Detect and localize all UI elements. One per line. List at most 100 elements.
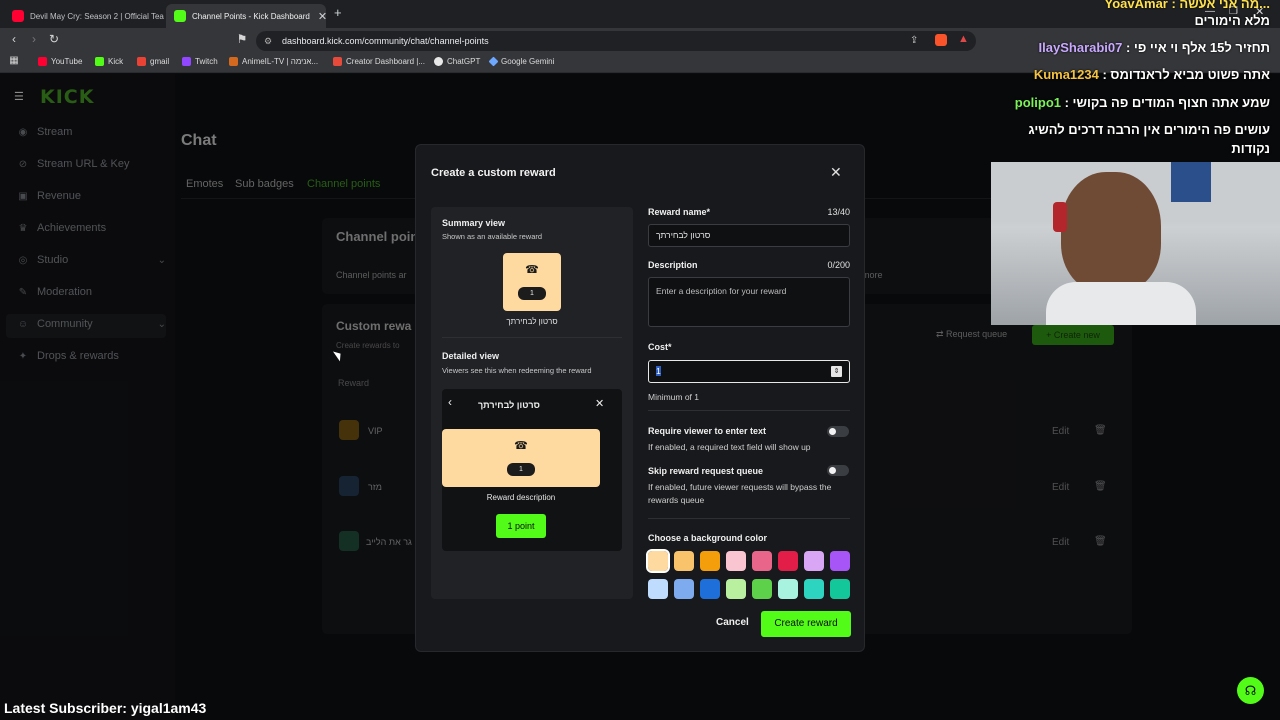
chat-text: שמע אתה חצוף המודים פה בקושי :	[1061, 95, 1270, 110]
rewards-icon[interactable]: ▲	[958, 33, 969, 45]
telephone-icon: ☎	[514, 440, 528, 452]
telephone-icon: ☎	[525, 264, 539, 276]
color-swatch[interactable]	[830, 579, 850, 599]
close-icon[interactable]: ✕	[830, 164, 842, 181]
stepper-icon[interactable]: ⇕	[831, 366, 842, 377]
reward-name-input[interactable]: סרטון לבחירתך	[648, 224, 850, 247]
form-divider	[648, 410, 850, 411]
color-swatch[interactable]	[674, 579, 694, 599]
bookmark-creator-dashboard[interactable]: Creator Dashboard |...	[333, 57, 425, 66]
color-swatch[interactable]	[648, 579, 668, 599]
chat-text: ...מה אני אעשה : YoavAmar	[1104, 0, 1270, 11]
tab-title: Channel Points - Kick Dashboard	[192, 11, 310, 21]
headset-icon	[1053, 202, 1067, 232]
detailed-view-title: Detailed view	[442, 351, 500, 361]
chatgpt-icon	[434, 57, 443, 66]
youtube-icon	[12, 10, 24, 22]
skip-queue-hint: If enabled, future viewer requests will …	[648, 482, 832, 505]
reward-name-value: סרטון לבחירתך	[656, 230, 711, 240]
description-textarea[interactable]: Enter a description for your reward	[648, 277, 850, 327]
color-swatch[interactable]	[726, 579, 746, 599]
chat-message: עושים פה הימורים אין הרבה דרכים להשיג	[1028, 122, 1270, 137]
cost-hint: Minimum of 1	[648, 392, 700, 402]
bookmark-label: Kick	[108, 57, 124, 66]
create-reward-modal: Create a custom reward ✕ Summary view Sh…	[415, 144, 865, 652]
bookmark-gmail[interactable]: gmail	[137, 57, 169, 66]
browser-tab-strip: Devil May Cry: Season 2 | Official Tea C…	[0, 0, 1280, 28]
require-text-hint: If enabled, a required text field will s…	[648, 442, 811, 452]
bookmark-gemini[interactable]: Google Gemini	[488, 56, 555, 67]
cost-input[interactable]: 1 ⇕	[648, 360, 850, 383]
cost-value: 1	[656, 366, 661, 376]
forward-icon[interactable]: ›	[26, 32, 42, 46]
chat-message: ...מה אני אעשה : YoavAmar	[1105, 0, 1270, 11]
bookmark-label: gmail	[150, 57, 170, 66]
color-swatch[interactable]	[804, 579, 824, 599]
bookmark-label: Twitch	[195, 57, 218, 66]
require-text-toggle[interactable]	[827, 426, 849, 437]
cost-badge: 1	[518, 287, 546, 300]
browser-tab-youtube[interactable]: Devil May Cry: Season 2 | Official Tea	[4, 4, 164, 28]
address-bar[interactable]: ⚙ dashboard.kick.com/community/chat/chan…	[256, 31, 976, 51]
close-icon: ✕	[595, 398, 605, 410]
browser-tab-kick[interactable]: Channel Points - Kick Dashboard ✕	[166, 4, 326, 28]
preview-divider	[442, 337, 622, 338]
person-shirt	[1046, 282, 1196, 325]
detailed-reward-card: ‹ סרטון לבחירתך ✕ ☎ 1 Reward description…	[442, 389, 622, 551]
cost-badge: 1	[507, 463, 535, 476]
bookmark-label: Creator Dashboard |...	[346, 57, 426, 66]
bookmark-chatgpt[interactable]: ChatGPT	[434, 57, 480, 66]
gemini-icon	[488, 56, 499, 67]
bookmark-label: Google Gemini	[501, 57, 555, 66]
description-placeholder: Enter a description for your reward	[656, 286, 787, 296]
color-swatch[interactable]	[752, 579, 772, 599]
support-chat-icon[interactable]: ☊	[1237, 677, 1264, 704]
reload-icon[interactable]: ↻	[46, 32, 62, 46]
reward-name-counter: 13/40	[827, 207, 850, 217]
chat-message: שמע אתה חצוף המודים פה בקושי : polipo1	[1015, 95, 1270, 110]
gmail-icon	[137, 57, 146, 66]
apps-icon[interactable]: ▦	[6, 55, 22, 66]
modal-title: Create a custom reward	[431, 167, 556, 179]
skip-queue-toggle[interactable]	[827, 465, 849, 476]
cancel-button[interactable]: Cancel	[716, 617, 749, 628]
back-icon[interactable]: ‹	[6, 32, 22, 46]
color-swatch[interactable]	[778, 551, 798, 571]
description-label: Description	[648, 260, 698, 270]
create-reward-button[interactable]: Create reward	[761, 611, 851, 637]
poster	[1171, 162, 1211, 202]
site-info-icon[interactable]: ⚙	[264, 31, 272, 51]
url-text: dashboard.kick.com/community/chat/channe…	[282, 36, 489, 46]
person-head	[1061, 172, 1161, 292]
cost-label: Cost*	[648, 342, 672, 352]
bookmark-label: AnimeIL-TV | אנימה...	[242, 57, 319, 66]
color-swatch[interactable]	[726, 551, 746, 571]
chat-username: Kuma1234	[1033, 67, 1099, 82]
bookmark-kick[interactable]: Kick	[95, 57, 123, 66]
brave-shield-icon[interactable]	[935, 34, 947, 46]
color-swatch[interactable]	[804, 551, 824, 571]
color-swatch[interactable]	[752, 551, 772, 571]
chat-message: מלא הימורים	[1194, 13, 1270, 28]
color-picker-label: Choose a background color	[648, 533, 768, 543]
summary-reward-tile: ☎ 1	[503, 253, 561, 311]
chat-message: תחזיר ל15 אלף וי איי פי : IlaySharabi07	[1039, 40, 1270, 55]
color-swatch[interactable]	[700, 579, 720, 599]
color-swatch[interactable]	[646, 549, 670, 573]
summary-reward-name: סרטון לבחירתך	[506, 317, 558, 326]
bookmark-youtube[interactable]: YouTube	[38, 57, 82, 66]
color-swatch[interactable]	[674, 551, 694, 571]
new-tab-button[interactable]: +	[334, 5, 342, 20]
bookmark-icon[interactable]: ⚑	[234, 32, 250, 46]
detailed-reward-tile: ☎ 1	[442, 429, 600, 487]
color-swatch[interactable]	[778, 579, 798, 599]
close-tab-icon[interactable]: ✕	[310, 10, 326, 23]
bookmark-animeil[interactable]: AnimeIL-TV | אנימה...	[229, 57, 318, 66]
bookmark-twitch[interactable]: Twitch	[182, 57, 218, 66]
color-swatch[interactable]	[700, 551, 720, 571]
color-swatch[interactable]	[830, 551, 850, 571]
share-icon[interactable]: ⇪	[910, 35, 918, 46]
reward-description-preview: Reward description	[486, 493, 556, 502]
chevron-left-icon: ‹	[448, 395, 452, 409]
chat-username: polipo1	[1014, 95, 1061, 110]
